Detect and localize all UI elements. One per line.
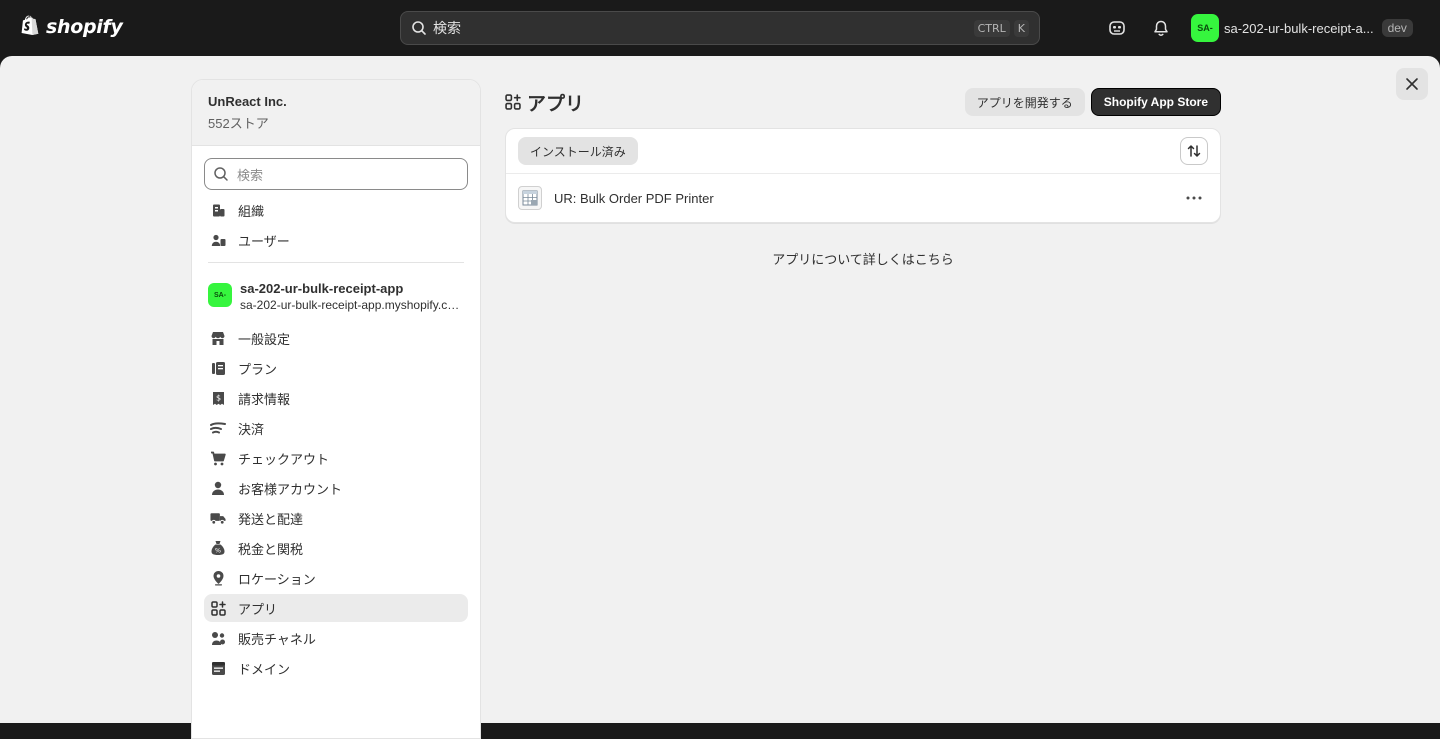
sidebar-item-label: ロケーション bbox=[238, 571, 316, 587]
sidebar-item-label: 組織 bbox=[238, 203, 265, 219]
cart-icon bbox=[210, 450, 226, 466]
apps-icon bbox=[210, 600, 226, 616]
sidebar-item-label: チェックアウト bbox=[238, 451, 330, 467]
sidebar-item-label: ユーザー bbox=[238, 233, 290, 249]
page-title-text: アプリ bbox=[527, 93, 585, 115]
organization-name: UnReact Inc. bbox=[208, 94, 287, 109]
sidebar-item-label: 税金と関税 bbox=[238, 541, 304, 557]
develop-apps-button[interactable]: アプリを開発する bbox=[964, 88, 1085, 116]
env-badge: dev bbox=[1381, 19, 1413, 37]
settings-search-placeholder: 検索 bbox=[237, 167, 264, 183]
card-toolbar: インストール済み bbox=[506, 129, 1220, 174]
sidebar-divider bbox=[208, 262, 464, 263]
page-title: アプリ bbox=[505, 89, 584, 116]
store-settings-nav: 一般設定 プラン $ 請求情報 決済 チェックアウト お客様アカウント 発送と配… bbox=[192, 324, 480, 682]
store-avatar: SA- bbox=[208, 283, 232, 307]
sidebar-item-label: お客様アカウント bbox=[238, 481, 343, 497]
organization-header[interactable]: UnReact Inc. 552ストア bbox=[192, 80, 480, 146]
page-header: アプリ アプリを開発する Shopify App Store bbox=[505, 79, 1221, 125]
sidebar-item-domains[interactable]: ドメイン bbox=[204, 654, 468, 682]
close-button[interactable] bbox=[1396, 68, 1428, 100]
close-icon bbox=[1406, 78, 1418, 90]
page-actions: アプリを開発する Shopify App Store bbox=[964, 88, 1221, 116]
shortcut-ctrl: CTRL bbox=[973, 19, 1010, 37]
truck-icon bbox=[210, 510, 226, 526]
sidebar-item-locations[interactable]: ロケーション bbox=[204, 564, 468, 592]
search-icon bbox=[412, 21, 426, 35]
receipt-icon: $ bbox=[210, 390, 226, 406]
store-switcher[interactable]: SA- sa-202-ur-bulk-receipt-a... dev bbox=[1191, 14, 1413, 42]
tax-icon: % bbox=[210, 540, 226, 556]
sidebar-item-general[interactable]: 一般設定 bbox=[204, 324, 468, 352]
channels-icon bbox=[210, 630, 226, 646]
sort-icon bbox=[1187, 145, 1201, 157]
domain-icon bbox=[210, 660, 226, 676]
sidebar-item-label: 販売チャネル bbox=[238, 631, 316, 647]
top-bar: shopify 検索 CTRL K SA- sa-202-ur-bulk-rec… bbox=[0, 0, 1440, 56]
settings-search-input[interactable]: 検索 bbox=[204, 158, 468, 190]
sidekick-button[interactable] bbox=[1106, 17, 1128, 39]
sidebar-item-label: 請求情報 bbox=[238, 391, 291, 407]
shopify-logo[interactable]: shopify bbox=[20, 14, 123, 40]
store-header[interactable]: SA- sa-202-ur-bulk-receipt-app sa-202-ur… bbox=[192, 273, 480, 320]
sidebar-item-shipping[interactable]: 発送と配達 bbox=[204, 504, 468, 532]
sidebar-item-label: アプリ bbox=[238, 601, 278, 617]
organization-store-count: 552ストア bbox=[208, 116, 269, 131]
search-placeholder: 検索 bbox=[433, 20, 461, 36]
apps-page: アプリ アプリを開発する Shopify App Store インストール済み bbox=[505, 79, 1221, 268]
notifications-button[interactable] bbox=[1150, 17, 1172, 39]
app-row[interactable]: UR: Bulk Order PDF Printer bbox=[506, 174, 1220, 222]
shortcut-k: K bbox=[1013, 19, 1029, 37]
sidebar-item-payments[interactable]: 決済 bbox=[204, 414, 468, 442]
app-icon bbox=[518, 186, 542, 210]
sidebar-item-label: 一般設定 bbox=[238, 331, 291, 347]
organization-icon bbox=[210, 202, 226, 218]
global-search-input[interactable]: 検索 CTRL K bbox=[400, 11, 1040, 45]
sidebar-item-taxes[interactable]: % 税金と関税 bbox=[204, 534, 468, 562]
sidebar-item-checkout[interactable]: チェックアウト bbox=[204, 444, 468, 472]
sidebar-item-customer-accounts[interactable]: お客様アカウント bbox=[204, 474, 468, 502]
sidebar-item-plan[interactable]: プラン bbox=[204, 354, 468, 382]
plan-icon bbox=[210, 360, 226, 376]
sidebar-item-label: ドメイン bbox=[238, 661, 291, 677]
payment-icon bbox=[210, 420, 226, 436]
sidebar-item-users[interactable]: ユーザー bbox=[204, 226, 468, 254]
agent-icon bbox=[1109, 21, 1125, 35]
store-title: sa-202-ur-bulk-receipt-app bbox=[240, 281, 404, 296]
installed-apps-card: インストール済み UR: Bulk Order PDF Printer bbox=[505, 128, 1221, 223]
store-domain: sa-202-ur-bulk-receipt-app.myshopify.com bbox=[240, 298, 462, 312]
shopify-wordmark: shopify bbox=[46, 16, 123, 38]
sidebar-item-label: 発送と配達 bbox=[238, 511, 304, 527]
sort-button[interactable] bbox=[1180, 137, 1208, 165]
sidebar-item-apps[interactable]: アプリ bbox=[204, 594, 468, 622]
users-icon bbox=[210, 232, 226, 248]
sidebar-item-label: プラン bbox=[238, 361, 278, 377]
settings-sidebar: UnReact Inc. 552ストア 検索 組織 ユーザー SA- sa-20… bbox=[191, 79, 481, 739]
bell-icon bbox=[1154, 20, 1168, 36]
sidebar-item-sales-channels[interactable]: 販売チャネル bbox=[204, 624, 468, 652]
app-name: UR: Bulk Order PDF Printer bbox=[554, 190, 714, 206]
shopify-bag-icon bbox=[21, 15, 39, 36]
svg-text:$: $ bbox=[215, 393, 220, 402]
location-icon bbox=[210, 570, 226, 586]
store-name: sa-202-ur-bulk-receipt-a... bbox=[1224, 20, 1374, 36]
store-avatar: SA- bbox=[1191, 14, 1219, 42]
person-icon bbox=[210, 480, 226, 496]
sidebar-item-billing[interactable]: $ 請求情報 bbox=[204, 384, 468, 412]
sidebar-item-organization[interactable]: 組織 bbox=[204, 196, 468, 224]
svg-text:%: % bbox=[215, 547, 221, 555]
search-icon bbox=[214, 167, 228, 181]
app-store-button[interactable]: Shopify App Store bbox=[1090, 88, 1221, 116]
learn-more-link[interactable]: アプリについて詳しくはこちら bbox=[505, 249, 1221, 268]
tab-installed[interactable]: インストール済み bbox=[518, 137, 638, 165]
app-more-actions-button[interactable] bbox=[1180, 184, 1208, 212]
more-horizontal-icon bbox=[1186, 196, 1202, 200]
settings-sheet: UnReact Inc. 552ストア 検索 組織 ユーザー SA- sa-20… bbox=[0, 56, 1440, 739]
sidebar-item-label: 決済 bbox=[238, 421, 265, 437]
org-nav: 組織 ユーザー bbox=[192, 196, 480, 254]
store-icon bbox=[210, 330, 226, 346]
apps-icon bbox=[505, 94, 521, 110]
